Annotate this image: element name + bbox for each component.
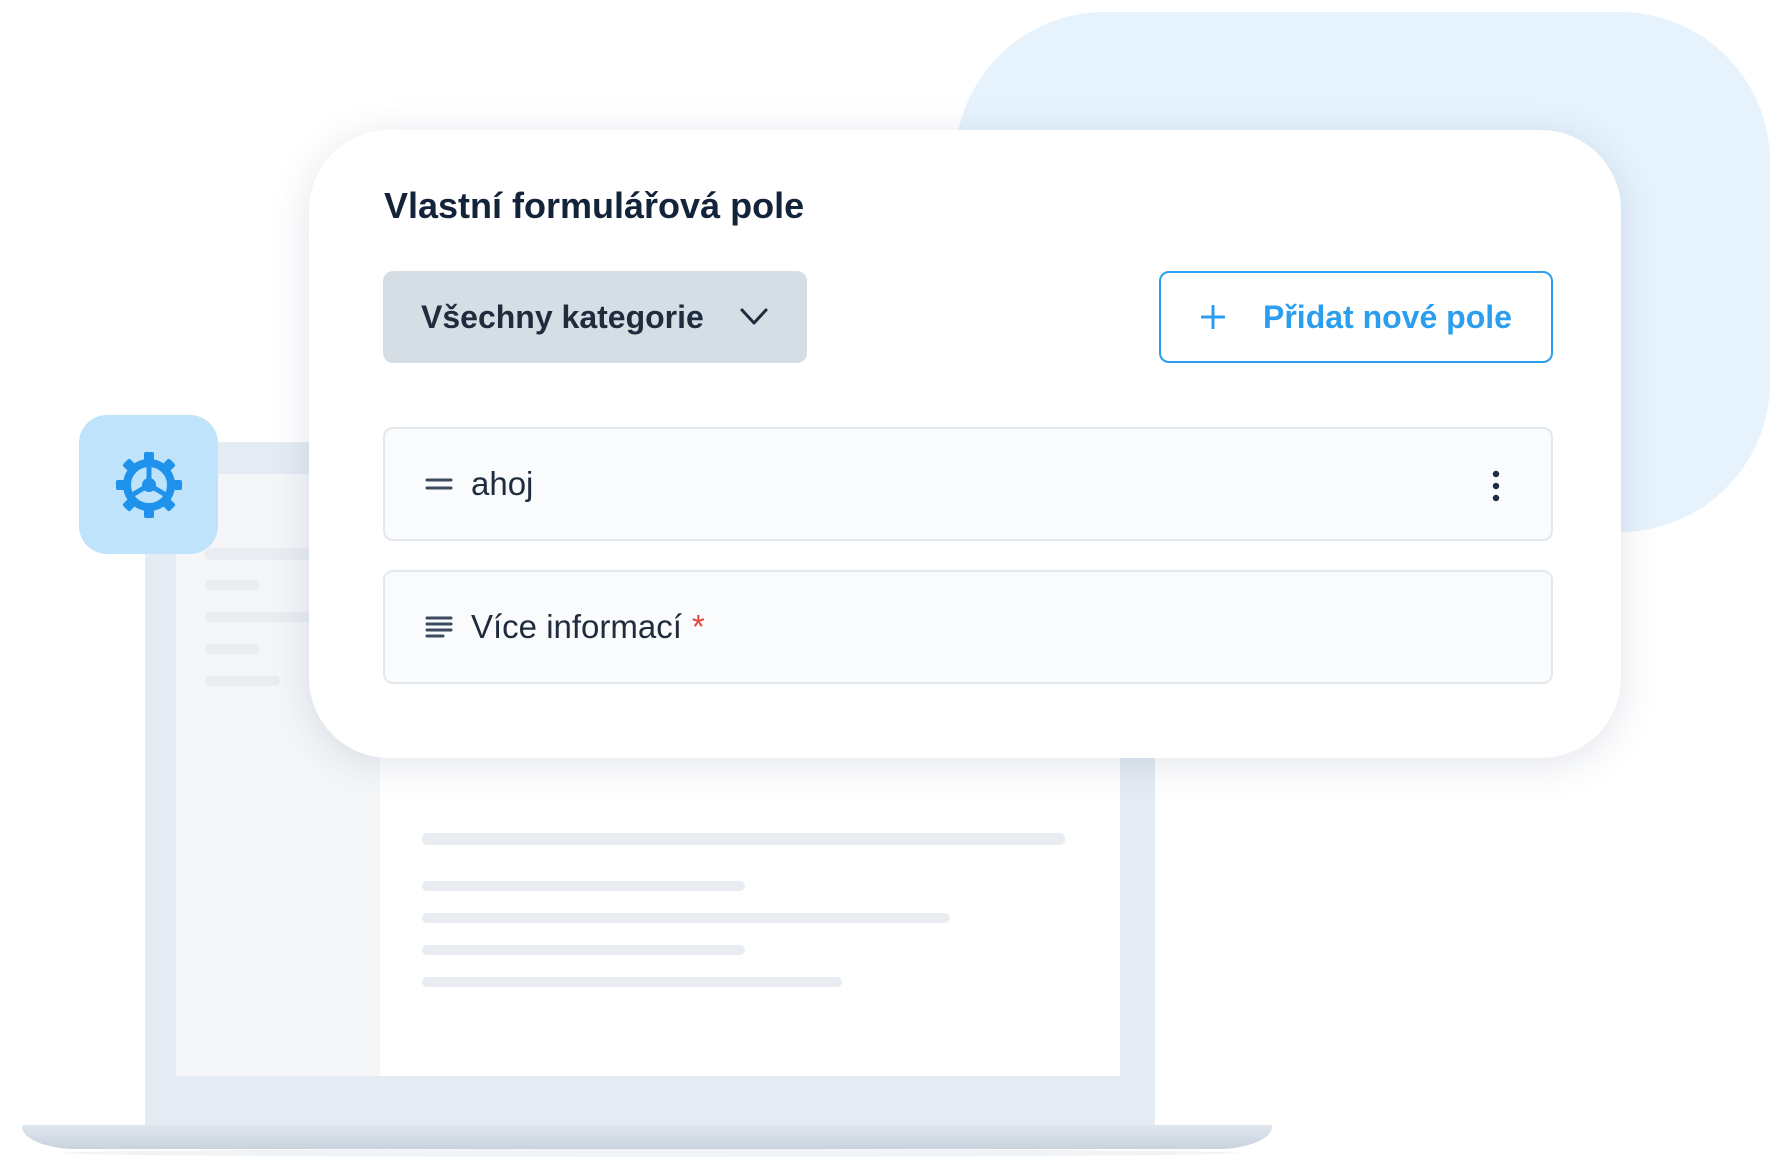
skeleton-line: [422, 945, 745, 955]
laptop-base-shadow: [60, 1149, 1240, 1157]
laptop-base: [22, 1125, 1272, 1149]
short-text-icon: [425, 478, 453, 490]
long-text-icon: [425, 616, 453, 638]
skeleton-line: [422, 913, 950, 923]
category-select[interactable]: Všechny kategorie: [383, 271, 807, 363]
chevron-down-icon: [740, 308, 768, 325]
skeleton-line: [205, 580, 260, 590]
skeleton-line: [422, 881, 745, 891]
skeleton-line: [205, 644, 260, 654]
skeleton-line: [422, 977, 842, 987]
field-row[interactable]: Více informací *: [383, 570, 1553, 684]
field-row[interactable]: ahoj: [383, 427, 1553, 541]
required-marker: *: [691, 608, 705, 645]
page-title: Vlastní formulářová pole: [384, 185, 805, 226]
settings-badge: [79, 415, 218, 554]
field-name: Více informací: [471, 608, 682, 645]
category-select-value: Všechny kategorie: [421, 298, 704, 335]
plus-icon: [1201, 305, 1225, 329]
illustration-stage: Vlastní formulářová pole Všechny kategor…: [0, 0, 1791, 1159]
more-vertical-icon[interactable]: [1491, 470, 1501, 502]
skeleton-line: [205, 612, 315, 622]
add-new-field-button[interactable]: Přidat nové pole: [1159, 271, 1553, 363]
skeleton-line: [205, 676, 280, 686]
skeleton-line: [422, 833, 1065, 845]
field-name: ahoj: [471, 465, 534, 502]
add-new-field-label: Přidat nové pole: [1263, 298, 1512, 335]
gear-icon: [115, 451, 182, 518]
custom-fields-card: Vlastní formulářová pole Všechny kategor…: [309, 130, 1621, 758]
